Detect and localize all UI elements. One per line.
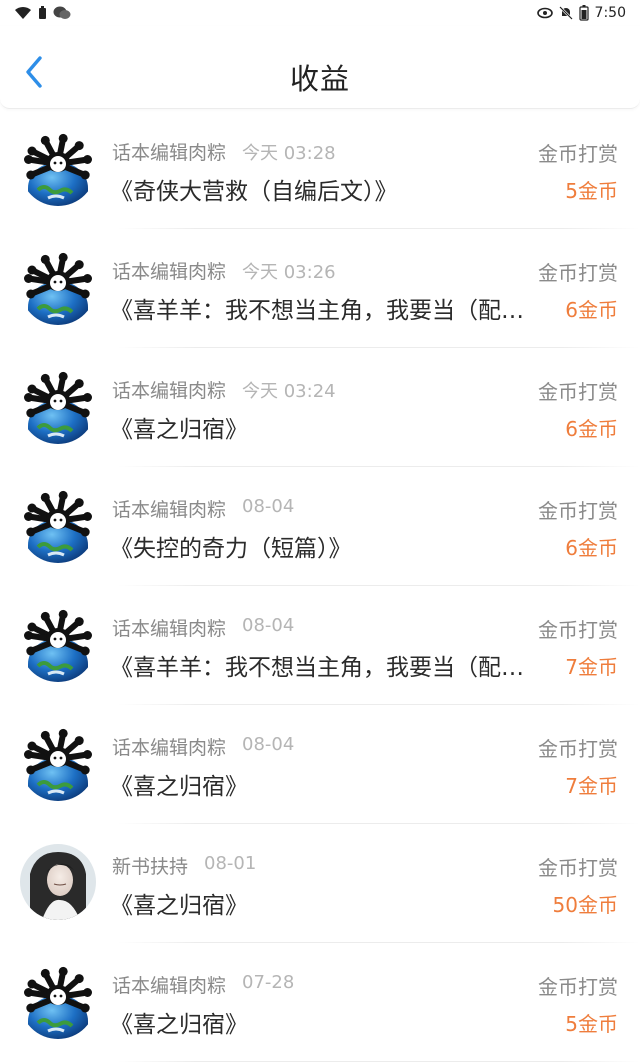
sender-name: 话本编辑肉粽: [112, 975, 227, 997]
sender-name: 话本编辑肉粽: [112, 380, 227, 402]
earth-avatar[interactable]: [20, 963, 96, 1039]
coin-amount: 7金币: [565, 774, 618, 798]
timestamp: 08-04: [242, 734, 295, 755]
status-left-icons: [14, 3, 71, 23]
coin-amount: 7金币: [565, 655, 618, 679]
top-app-bar: 收益: [0, 26, 640, 109]
timestamp: 08-04: [242, 496, 295, 517]
work-title: 《喜羊羊：我不想当主角，我要当（配角）》: [110, 655, 545, 681]
page-title: 收益: [289, 62, 350, 96]
timestamp: 07-28: [242, 972, 295, 993]
work-title: 《喜之归宿》: [110, 774, 248, 800]
timestamp: 08-04: [242, 615, 295, 636]
work-title: 《喜之归宿》: [110, 417, 248, 443]
work-title: 《失控的奇力（短篇）》: [110, 536, 352, 562]
status-right-icons: 7:50: [536, 3, 626, 23]
coin-amount: 6金币: [565, 417, 618, 441]
earning-row[interactable]: 话本编辑肉粽 08-04 金币打赏《喜羊羊：我不想当主角，我要当（配角）》 7金币: [0, 586, 640, 705]
sender-name: 新书扶持: [112, 856, 189, 878]
work-title: 《喜羊羊：我不想当主角，我要当（配角）》: [110, 298, 545, 324]
work-title: 《奇侠大营救（自编后文）》: [110, 179, 398, 205]
coin-amount: 6金币: [565, 536, 618, 560]
earning-row[interactable]: 新书扶持 08-01 金币打赏《喜之归宿》 50金币: [0, 824, 640, 943]
clock-time: 7:50: [594, 5, 626, 21]
earth-avatar[interactable]: [20, 368, 96, 444]
earth-avatar[interactable]: [20, 249, 96, 325]
coin-amount: 5金币: [565, 1012, 618, 1036]
battery-icon: [578, 5, 589, 21]
sender-name: 话本编辑肉粽: [112, 737, 227, 759]
reward-type: 金币打赏: [538, 380, 618, 404]
portrait-avatar[interactable]: [20, 844, 96, 920]
sender-name: 话本编辑肉粽: [112, 142, 227, 164]
earning-row[interactable]: 话本编辑肉粽 07-28 金币打赏《喜之归宿》 5金币: [0, 943, 640, 1062]
sender-name: 话本编辑肉粽: [112, 618, 227, 640]
status-bar: 7:50: [0, 0, 640, 26]
earning-row[interactable]: 话本编辑肉粽 今天 03:26 金币打赏《喜羊羊：我不想当主角，我要当（配角）》 6金…: [0, 229, 640, 348]
earning-row[interactable]: 话本编辑肉粽 08-04 金币打赏《失控的奇力（短篇）》 6金币: [0, 467, 640, 586]
sender-name: 话本编辑肉粽: [112, 261, 227, 283]
wechat-icon: [53, 6, 71, 20]
wifi-icon: [14, 6, 32, 20]
earth-avatar[interactable]: [20, 130, 96, 206]
reward-type: 金币打赏: [538, 856, 618, 880]
earth-avatar[interactable]: [20, 487, 96, 563]
timestamp: 今天 03:26: [242, 262, 336, 283]
sender-name: 话本编辑肉粽: [112, 499, 227, 521]
coin-amount: 5金币: [565, 179, 618, 203]
coin-amount: 50金币: [552, 893, 618, 917]
mute-bell-icon: [558, 6, 573, 20]
timestamp: 今天 03:24: [242, 381, 336, 402]
reward-type: 金币打赏: [538, 499, 618, 523]
reward-type: 金币打赏: [538, 618, 618, 642]
earth-avatar[interactable]: [20, 606, 96, 682]
battery-saver-icon: [38, 6, 47, 20]
earning-row[interactable]: 话本编辑肉粽 今天 03:24 金币打赏《喜之归宿》 6金币: [0, 348, 640, 467]
timestamp: 今天 03:28: [242, 143, 336, 164]
reward-type: 金币打赏: [538, 737, 618, 761]
eye-icon: [536, 7, 553, 19]
work-title: 《喜之归宿》: [110, 1012, 248, 1038]
work-title: 《喜之归宿》: [110, 893, 248, 919]
reward-type: 金币打赏: [538, 975, 618, 999]
coin-amount: 6金币: [565, 298, 618, 322]
reward-type: 金币打赏: [538, 142, 618, 166]
earth-avatar[interactable]: [20, 725, 96, 801]
earnings-list: 话本编辑肉粽 今天 03:28 金币打赏 《奇侠大营救（自编后文）》 5金币 话本编辑肉粽…: [0, 110, 640, 1062]
reward-type: 金币打赏: [538, 261, 618, 285]
timestamp: 08-01: [204, 853, 257, 874]
earning-row[interactable]: 话本编辑肉粽 08-04 金币打赏《喜之归宿》 7金币: [0, 705, 640, 824]
earning-row[interactable]: 话本编辑肉粽 今天 03:28 金币打赏《奇侠大营救（自编后文）》 5金币: [0, 110, 640, 229]
